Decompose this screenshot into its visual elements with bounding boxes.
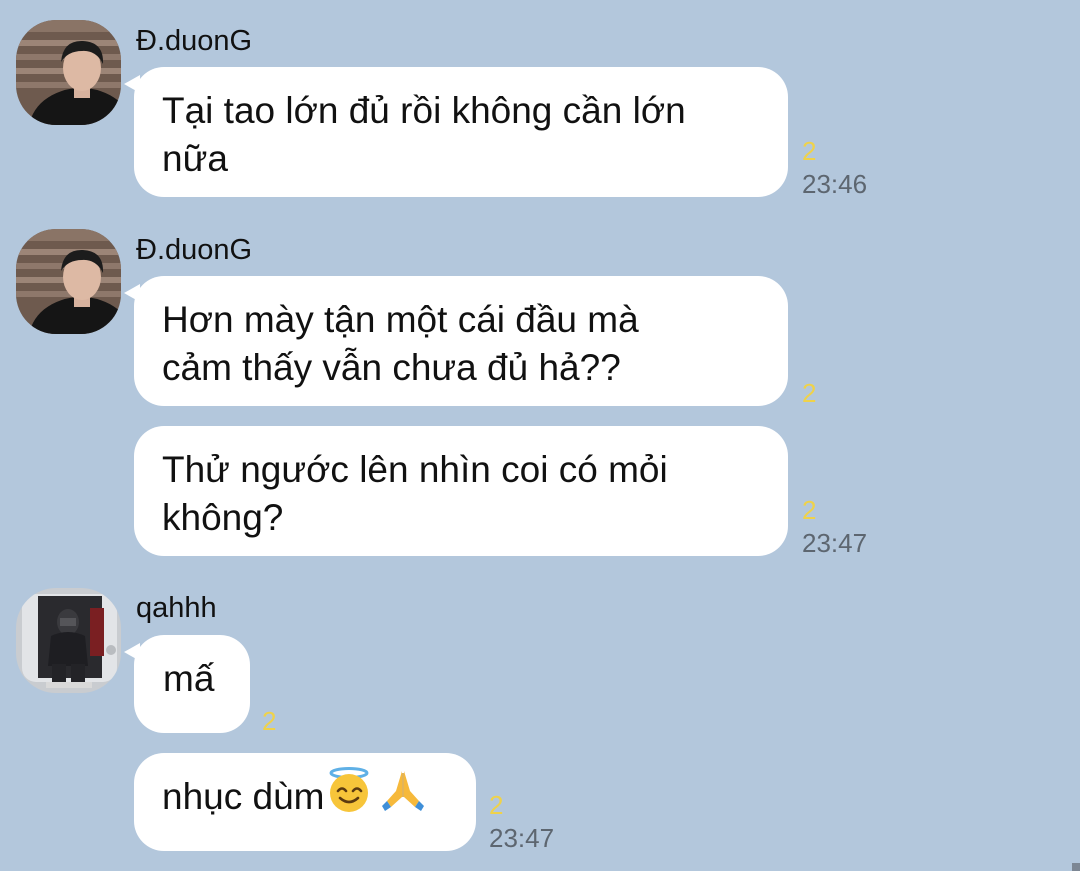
message-text-line: cảm thấy vẫn chưa đủ hả??	[162, 347, 621, 388]
read-count: 2	[802, 495, 817, 525]
scroll-indicator	[1072, 863, 1080, 871]
avatar-dduong[interactable]	[16, 229, 121, 334]
profile-photo-qahhh	[16, 588, 121, 693]
message-timestamp: 23:46	[802, 169, 868, 199]
sender-name: Đ.duonG	[136, 234, 253, 266]
read-count: 2	[802, 136, 817, 166]
message-text-line: nhục dùm	[162, 776, 325, 817]
profile-photo-dduong	[16, 229, 121, 334]
folded-hands-emoji	[381, 767, 425, 825]
avatar-dduong[interactable]	[16, 20, 121, 125]
sender-name: qahhh	[136, 592, 217, 624]
read-count: 2	[262, 706, 277, 736]
message-text-line: Thử ngước lên nhìn coi có mỏi	[162, 449, 668, 490]
message-bubble[interactable]: Thử ngước lên nhìn coi có mỏi không?	[134, 426, 788, 556]
message-text-line: không?	[162, 497, 284, 538]
sender-name: Đ.duonG	[136, 25, 253, 57]
message-timestamp: 23:47	[489, 823, 555, 853]
message-timestamp: 23:47	[802, 528, 868, 558]
smiling-face-with-halo-emoji	[325, 767, 375, 825]
read-count: 2	[489, 790, 504, 820]
read-count: 2	[802, 378, 817, 408]
avatar-qahhh[interactable]	[16, 588, 121, 693]
message-text-line: Hơn mày tận một cái đầu mà	[162, 299, 639, 340]
message-text-line: nữa	[162, 138, 228, 179]
message-bubble[interactable]: Hơn mày tận một cái đầu mà cảm thấy vẫn …	[124, 276, 788, 406]
message-text-line: Tại tao lớn đủ rồi không cần lớn	[162, 90, 686, 131]
message-bubble[interactable]: nhục dùm	[134, 753, 476, 851]
message-bubble[interactable]: Tại tao lớn đủ rồi không cần lớn nữa	[124, 67, 788, 197]
message-text-line: mấ	[163, 658, 215, 699]
message-bubble[interactable]: mấ	[124, 635, 250, 733]
profile-photo-dduong	[16, 20, 121, 125]
